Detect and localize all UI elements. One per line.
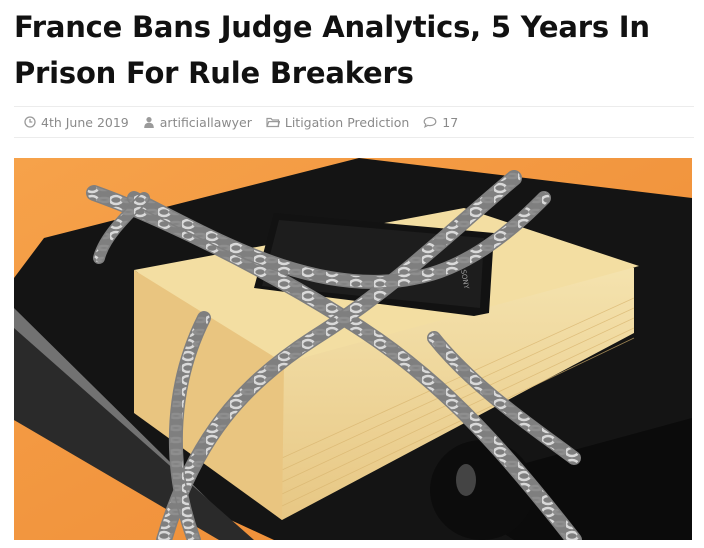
folder-icon xyxy=(266,117,280,128)
meta-category[interactable]: Litigation Prediction xyxy=(266,115,409,130)
meta-date: 4th June 2019 xyxy=(24,115,129,130)
locked-book-illustration: SONY xyxy=(14,158,692,540)
featured-image: SONY xyxy=(14,158,692,540)
meta-comments[interactable]: 17 xyxy=(423,115,458,130)
article-meta: 4th June 2019 artificiallawyer Litigatio… xyxy=(14,106,694,138)
date-text: 4th June 2019 xyxy=(41,114,129,130)
category-link[interactable]: Litigation Prediction xyxy=(285,115,409,130)
comment-icon xyxy=(423,116,437,128)
meta-author[interactable]: artificiallawyer xyxy=(143,115,252,130)
mouse xyxy=(430,440,534,540)
article-title: France Bans Judge Analytics, 5 Years In … xyxy=(14,10,650,90)
clock-icon xyxy=(24,116,36,128)
comments-count[interactable]: 17 xyxy=(442,115,458,130)
author-link[interactable]: artificiallawyer xyxy=(160,115,252,130)
user-icon xyxy=(143,117,154,128)
